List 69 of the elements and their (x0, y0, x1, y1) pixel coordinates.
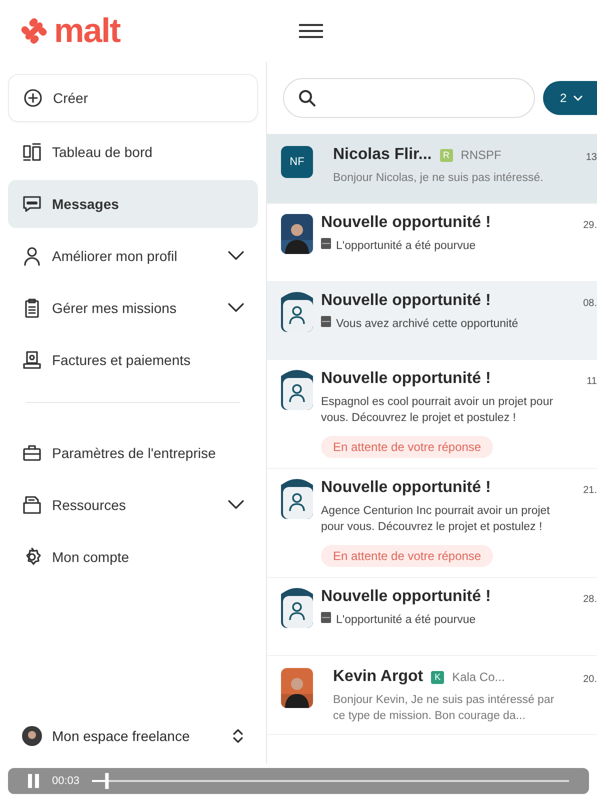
message-title: Kevin Argot (333, 668, 424, 686)
message-preview: Vous avez archivé cette opportunité (336, 317, 518, 332)
message-preview: Bonjour Nicolas, je ne suis pas intéressé. (333, 171, 544, 186)
nav-item[interactable]: Factures et paiements (8, 336, 258, 384)
dashboard-icon (22, 142, 42, 162)
message-title: Nouvelle opportunité ! (321, 292, 491, 310)
nav-item[interactable]: Paramètres de l'entreprise (8, 429, 258, 477)
nav-item[interactable]: Ressources (8, 481, 258, 529)
company-name: Kala Co... (452, 670, 505, 684)
pause-icon[interactable] (28, 774, 40, 788)
message-preview: Agence Centurion Inc pourrait avoir un projet pour vous. Découvrez le projet et postulez ! (321, 504, 551, 535)
archive-icon (321, 238, 331, 249)
nav-item[interactable]: Améliorer mon profil (8, 232, 258, 280)
progress-track[interactable] (92, 773, 569, 789)
nav-item[interactable]: Gérer mes missions (8, 284, 258, 332)
message-date: 11 (586, 375, 597, 389)
avatar-placeholder-icon (281, 479, 313, 519)
status-tag: En attente de votre réponse (321, 436, 494, 458)
message-preview: Espagnol es cool pourrait avoir un projet pour vous. Découvrez le projet et postulez ! (321, 395, 554, 426)
search-field[interactable] (283, 78, 535, 118)
company-name: RNSPF (460, 148, 502, 162)
message-date: 28. (583, 593, 597, 607)
chevron-down-icon (228, 251, 244, 261)
archive-icon (321, 612, 331, 623)
briefcase-icon (22, 443, 42, 463)
message-preview: L'opportunité a été pourvue (336, 239, 476, 254)
filter-button[interactable]: 2 (543, 81, 597, 115)
message-item[interactable]: NF Nicolas Flir... R RNSPF Bonjour Nicolas, je ne suis pas intéressé. 13 (267, 134, 597, 204)
folder-icon (22, 495, 42, 515)
avatar-placeholder-icon (281, 292, 313, 332)
message-icon (22, 194, 42, 214)
avatar: NF (281, 146, 313, 178)
nav-item[interactable]: Mon compte (8, 533, 258, 581)
message-item[interactable]: Nouvelle opportunité ! Vous avez archivé cette opportunité 08. (267, 282, 597, 360)
menu-button[interactable] (299, 24, 323, 38)
message-title: Nouvelle opportunité ! (321, 479, 491, 497)
nav-item[interactable]: Tableau de bord (8, 128, 258, 176)
message-date: 13 (586, 151, 597, 165)
message-title: Nouvelle opportunité ! (321, 370, 491, 388)
message-date: 21. (583, 484, 597, 498)
video-time: 00:03 (52, 775, 80, 787)
workspace-switcher[interactable]: Mon espace freelance (8, 716, 258, 756)
chevron-down-icon (228, 303, 244, 313)
message-title: Nouvelle opportunité ! (321, 588, 491, 606)
message-title: Nouvelle opportunité ! (321, 214, 491, 232)
archive-icon (321, 316, 331, 327)
avatar-placeholder-icon (281, 370, 313, 410)
message-date: 20. (583, 673, 597, 687)
message-title: Nicolas Flir... (333, 146, 432, 164)
updown-chevron-icon (232, 728, 244, 744)
avatar-placeholder-icon (281, 588, 313, 628)
message-date: 08. (583, 297, 597, 311)
logo-icon (20, 17, 48, 45)
message-date: 29. (583, 219, 597, 233)
nav-item[interactable]: Messages (8, 180, 258, 228)
chevron-down-icon (228, 500, 244, 510)
company-tag: R (440, 148, 453, 162)
status-tag: En attente de votre réponse (321, 545, 494, 567)
search-icon (298, 89, 316, 107)
create-button[interactable]: Créer (8, 74, 258, 122)
company-tag: K (431, 670, 444, 684)
chevron-down-icon (572, 95, 583, 101)
logo-text: malt (54, 12, 120, 50)
invoice-icon (22, 350, 42, 370)
message-preview: Bonjour Kevin, Je ne suis pas intéressé par ce type de mission. Bon courage da... (333, 693, 556, 724)
plus-circle-icon (23, 88, 43, 108)
clipboard-icon (22, 298, 42, 318)
user-icon (22, 246, 42, 266)
message-preview: L'opportunité a été pourvue (336, 613, 476, 628)
